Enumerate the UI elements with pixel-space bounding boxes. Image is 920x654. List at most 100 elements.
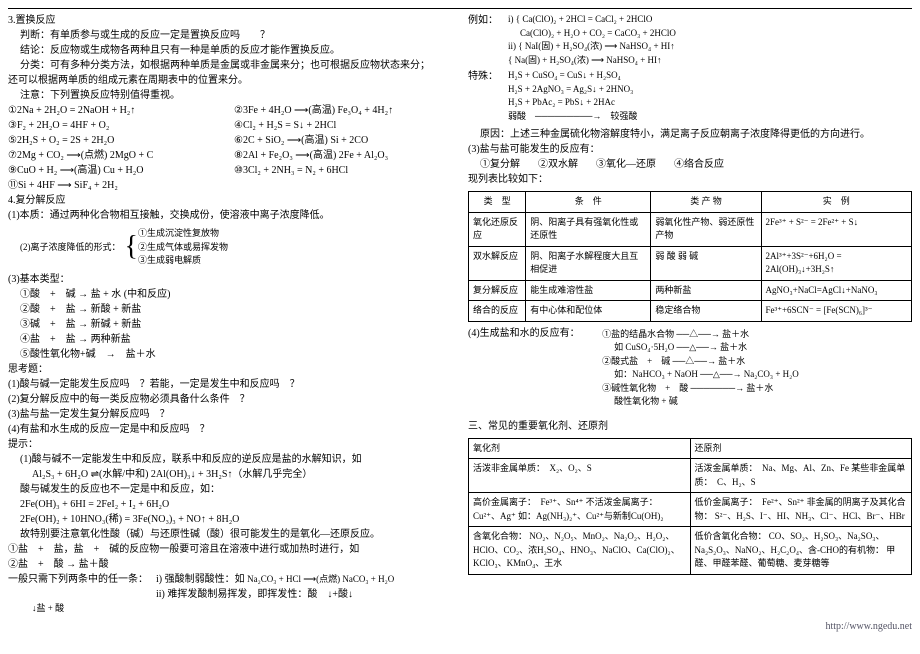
rx: ⑦2Mg + CO₂ ⟶(点燃) 2MgO + C	[8, 148, 226, 163]
rx: ⑤2H₂S + O₂ = 2S + 2H₂O	[8, 133, 226, 148]
sp-line: H₂S + CuSO₄ = CuS↓ + H₂SO₄	[508, 69, 637, 83]
ex-line: Ca(ClO)₂ + H₂O + CO₂ = CaCO₃ + 2HClO	[520, 27, 676, 41]
rx: ④Cl₂ + H₂S = S↓ + 2HCl	[234, 118, 452, 133]
reason: 原因：上述三种金属硫化物溶解度特小，满足离子反应朝离子浓度降得更低的方向进行。	[480, 127, 912, 142]
note: 注意：下列置换反应特别值得重视。	[20, 88, 452, 103]
think-title: 思考题：	[8, 362, 452, 377]
hint2c: 故特别要注意氧化性酸（碱）与还原性碱（酸）很可能发生的是氧化—还原反应。	[20, 527, 452, 542]
rx: ②3Fe + 4H₂O ⟶(高温) Fe₃O₄ + 4H₂↑	[234, 103, 452, 118]
bracket-label: (2)离子浓度降低的形式：	[20, 241, 125, 255]
th-cond: 条 件	[526, 192, 651, 213]
q: (3)盐与盐一定发生复分解反应吗 ？	[8, 407, 452, 422]
cell: 络合的反应	[469, 301, 526, 322]
bracket-block: (2)离子浓度降低的形式： { ①生成沉淀性复放物 ②生成气体或易挥发物 ③生成…	[20, 227, 452, 268]
gen-line: 如：NaHCO₃ + NaOH ──△──→ Na₂CO₃ + H₂O	[614, 368, 799, 382]
cell: 含氧化合物： NO₂、N₂O₅、MnO₂、Na₂O₂、H₂O₂、HClO、CO₂…	[469, 527, 691, 575]
cell: 阴、阳离子水解程度大且互相促进	[526, 246, 651, 280]
left-column: 3.置换反应 判断：有单质参与或生成的反应一定是置换反应吗 ？ 结论：反应物或生…	[8, 13, 452, 615]
cell: 稳定络合物	[651, 301, 761, 322]
basic-type: ①酸 + 碱 → 盐 + 水 (中和反应)	[20, 287, 452, 302]
rx: ①2Na + 2H₂O = 2NaOH + H₂↑	[8, 103, 226, 118]
rx: ⑩3Cl₂ + 2NH₃ = N₂ + 6HCl	[234, 163, 452, 178]
bracket-item: ①生成沉淀性复放物	[138, 227, 228, 241]
cell: Fe³⁺+6SCN⁻ = [Fe(SCN)₆]³⁻	[761, 301, 912, 322]
table-row: 复分解反应 能生成难溶性盐 两种新盐 AgNO₃+NaCl=AgCl↓+NaNO…	[469, 280, 912, 301]
ex-line: ii) { NaI(固) + H₂SO₄(浓) ⟶ NaHSO₄ + HI↑	[508, 40, 676, 54]
cell: 阴、阳离子具有强氧化性或还原性	[526, 212, 651, 246]
cell: 双水解反应	[469, 246, 526, 280]
gen-line: ③碱性氧化物 + 酸 ───────→ 盐＋水	[602, 382, 799, 396]
s4r: (4)生成盐和水的反应有：	[468, 326, 580, 341]
rx: ⑪Si + 4HF ⟶ SiF₄ + 2H₂	[8, 178, 226, 193]
hint1-eq: Al₂S₃ + 6H₂O ⇌(水解/中和) 2Al(OH)₃↓ + 3H₂S↑（…	[32, 467, 452, 482]
sp-line: H₂S + PbAc₂ = PbS↓ + 2HAc	[508, 96, 637, 110]
conclusion: 结论：反应物或生成物各两种且只有一种是单质的反应才能作置换反应。	[20, 43, 452, 58]
sp-arrow: 弱酸 ─────────→ 较强酸	[508, 110, 637, 124]
classify2: 还可以根据两单质的组成元素在周期表中的位置来分。	[8, 73, 452, 88]
tab-a: ①复分解	[480, 157, 520, 172]
table-row: 双水解反应 阴、阳离子水解程度大且互相促进 弱 酸 弱 碱 2Al³⁺+3S²⁻…	[469, 246, 912, 280]
cell: 活泼金属单质： Na、Mg、Al、Zn、Fe 某些非金属单质： C、H₂、S	[690, 459, 912, 493]
table-row: 高价金属离子： Fe³⁺、Sn⁴⁺ 不活泼金属离子： Cu²⁺、Ag⁺ 如：Ag…	[469, 493, 912, 527]
sub2: ②盐 + 酸 → 盐＋酸	[8, 557, 452, 572]
cell: 低价金属离子： Fe²⁺、Sn²⁺ 非金属的阴离子及其化合物： S²⁻、H₂S、…	[690, 493, 912, 527]
tab-c: ③氧化—还原	[596, 157, 656, 172]
sp-line: H₂S + 2AgNO₃ = Ag₂S↓ + 2HNO₃	[508, 83, 637, 97]
sub3b: ii) 难挥发酸制易挥发，即挥发性：酸 ↓+酸↓	[156, 587, 394, 602]
sub3a: i) 强酸制弱酸性：如	[156, 574, 245, 585]
q: (4)有盐和水生成的反应一定是中和反应吗 ？	[8, 422, 452, 437]
example-label: 例如：	[468, 13, 508, 67]
basic-type: ③碱 + 盐 → 新碱 + 新盐	[20, 317, 452, 332]
table-row: 络合的反应 有中心体和配位体 稳定络合物 Fe³⁺+6SCN⁻ = [Fe(SC…	[469, 301, 912, 322]
sub3a-eq: Na₂CO₃ + HCl ⟶(点燃) NaCO₃ + H₂O	[247, 574, 394, 584]
footer-url: http://www.ngedu.net	[8, 619, 912, 634]
cell: 低价含氧化合物： CO、SO₂、H₂SO₃、Na₂SO₃、Na₂S₂O₃、NaN…	[690, 527, 912, 575]
s4-3: (3)基本类型：	[8, 272, 452, 287]
tab-d: ④络合反应	[674, 157, 724, 172]
hint2a: 2Fe(OH)₃ + 6HI = 2FeI₂ + I₂ + 6H₂O	[20, 497, 452, 512]
cell: 两种新盐	[651, 280, 761, 301]
cell: 复分解反应	[469, 280, 526, 301]
judge: 判断：有单质参与或生成的反应一定是置换反应吗 ？	[20, 28, 452, 43]
sub3-label: 一般只需下列两条中的任一条：	[8, 572, 148, 602]
bracket-item: ②生成气体或易挥发物	[138, 241, 228, 255]
th-ex: 实 例	[761, 192, 912, 213]
table-row: 氧化剂 还原剂	[469, 438, 912, 459]
redox-table: 氧化剂 还原剂 活泼非金属单质： X₂、O₂、S 活泼金属单质： Na、Mg、A…	[468, 438, 912, 575]
cell: 弱 酸 弱 碱	[651, 246, 761, 280]
reaction-grid: ①2Na + 2H₂O = 2NaOH + H₂↑ ②3Fe + 4H₂O ⟶(…	[8, 103, 452, 193]
special-label: 特殊：	[468, 69, 508, 123]
cell: 2Al³⁺+3S²⁻+6H₂O = 2Al(OH)₃↓+3H₂S↑	[761, 246, 912, 280]
sec3-title: 3.置换反应	[8, 13, 452, 28]
right-column: 例如： i) { Ca(ClO)₂ + 2HCl = CaCl₂ + 2HClO…	[468, 13, 912, 615]
cell: 能生成难溶性盐	[526, 280, 651, 301]
cell: AgNO₃+NaCl=AgCl↓+NaNO₃	[761, 280, 912, 301]
cell: 高价金属离子： Fe³⁺、Sn⁴⁺ 不活泼金属离子： Cu²⁺、Ag⁺ 如：Ag…	[469, 493, 691, 527]
th-type: 类 型	[469, 192, 526, 213]
rx: ⑨CuO + H₂ ⟶(高温) Cu + H₂O	[8, 163, 226, 178]
sub1: ①盐 + 盐，盐 + 碱的反应物一般要可溶且在溶液中进行或加热时进行，如	[8, 542, 452, 557]
bracket-item: ③生成弱电解质	[138, 254, 228, 268]
hint1: (1)酸与碱不一定能发生中和反应，联系中和反应的逆反应是盐的水解知识，如	[20, 452, 452, 467]
ex-line: { Na(固) + H₂SO₄(浓) ⟶ NaHSO₄ + HI↑	[508, 54, 676, 68]
gen-line: 酸性氧化物 + 碱	[614, 395, 799, 409]
brace-icon: {	[125, 233, 138, 261]
rx: ⑥2C + SiO₂ ⟶(高温) Si + 2CO	[234, 133, 452, 148]
section3-title: 三、常见的重要氧化剂、还原剂	[468, 419, 912, 434]
cell: 有中心体和配位体	[526, 301, 651, 322]
hint-title: 提示：	[8, 437, 452, 452]
sub-eq: ↓盐 + 酸	[32, 602, 452, 616]
cell: 氧化还原反应	[469, 212, 526, 246]
cell: 2Fe³⁺ + S²⁻ = 2Fe²⁺ + S↓	[761, 212, 912, 246]
th-reducer: 还原剂	[690, 438, 912, 459]
q: (2)复分解反应中的每一类反应物必须具备什么条件 ？	[8, 392, 452, 407]
rx: ③F₂ + 2H₂O = 4HF + O₂	[8, 118, 226, 133]
basic-type: ⑤酸性氧化物+碱 → 盐＋水	[20, 347, 452, 362]
q: (1)酸与碱一定能发生反应吗 ？若能，一定是发生中和反应吗 ？	[8, 377, 452, 392]
hint2: 酸与碱发生的反应也不一定是中和反应，如：	[20, 482, 452, 497]
cell: 活泼非金属单质： X₂、O₂、S	[469, 459, 691, 493]
table-row: 类 型 条 件 类 产 物 实 例	[469, 192, 912, 213]
th-oxidizer: 氧化剂	[469, 438, 691, 459]
classify: 分类：可有多种分类方法，如根据两种单质是金属或非金属来分；也可根据反应物状态来分…	[20, 58, 452, 73]
table-row: 氧化还原反应 阴、阳离子具有强氧化性或还原性 弱氧化性产物、弱还原性产物 2Fe…	[469, 212, 912, 246]
